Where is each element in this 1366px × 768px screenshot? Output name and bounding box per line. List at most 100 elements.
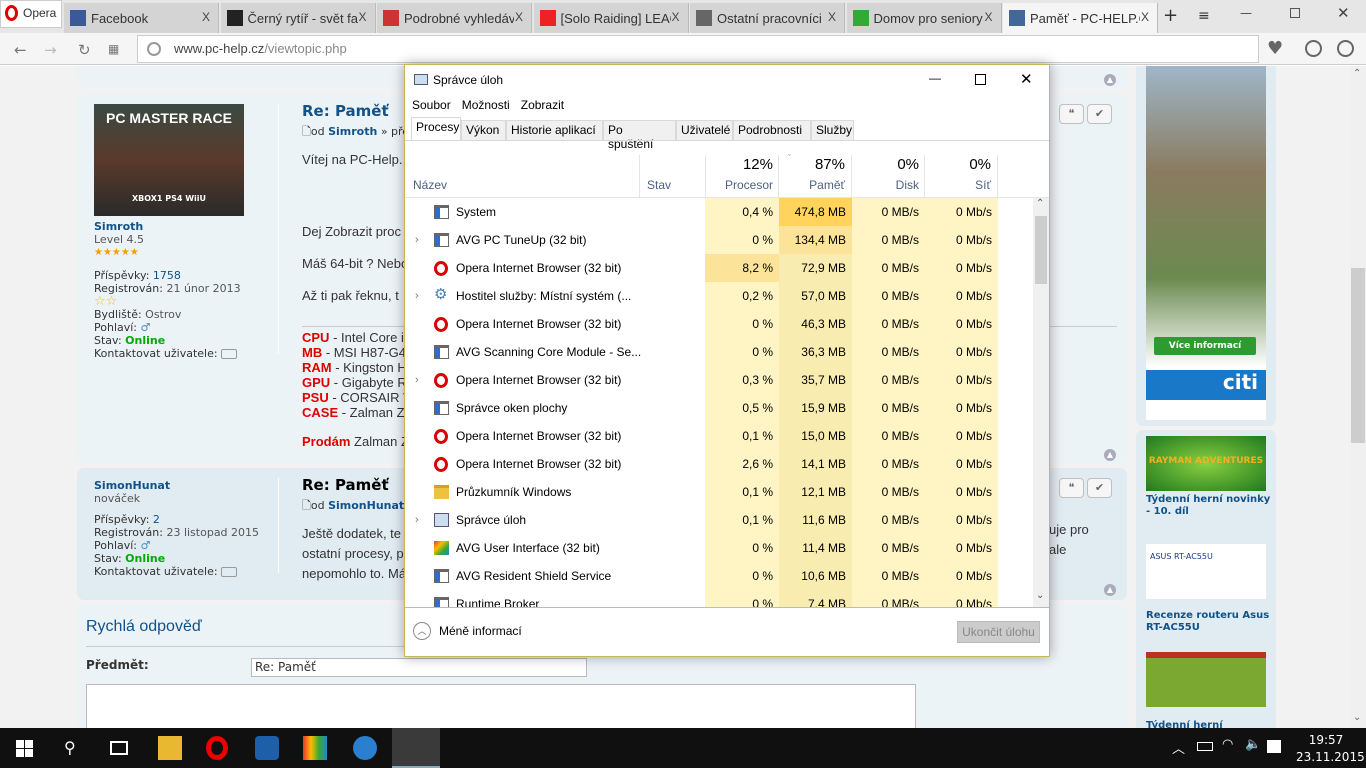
- end-task-button[interactable]: Ukončit úlohu: [957, 621, 1040, 643]
- article-image-rayman[interactable]: RAYMAN ADVENTURES: [1146, 436, 1266, 491]
- citi-ad-image[interactable]: Více informací citi: [1146, 66, 1266, 420]
- process-row[interactable]: System 0,4 % 474,8 MB 0 MB/s 0 Mb/s: [405, 198, 1033, 226]
- scroll-up-icon[interactable]: ⌃: [1036, 198, 1044, 209]
- expand-chevron-icon[interactable]: ›: [415, 366, 419, 394]
- back-to-top-icon[interactable]: ▲: [1104, 74, 1116, 86]
- battery-icon[interactable]: [1197, 742, 1213, 751]
- tab-close-icon[interactable]: X: [358, 10, 366, 24]
- close-icon[interactable]: ✕: [1020, 70, 1033, 88]
- browser-tab[interactable]: Černý rytíř - svět fantasyX: [220, 3, 376, 33]
- back-to-top-icon[interactable]: ▲: [1104, 449, 1116, 461]
- process-row[interactable]: AVG Resident Shield Service 0 % 10,6 MB 0 M…: [405, 562, 1033, 590]
- process-row[interactable]: Opera Internet Browser (32 bit) 2,6 % 14,1…: [405, 450, 1033, 478]
- avg-icon[interactable]: [303, 736, 327, 760]
- article-link[interactable]: Týdenní herní novinky - 10. díl: [1146, 494, 1271, 518]
- process-row[interactable]: Průzkumník Windows 0,1 % 12,1 MB 0 MB/s 0 Mb…: [405, 478, 1033, 506]
- app-icon-2[interactable]: [353, 736, 377, 760]
- article-link[interactable]: Týdenní herní: [1146, 720, 1271, 728]
- minimize-icon[interactable]: —: [1240, 6, 1252, 20]
- wifi-icon[interactable]: ◠: [1222, 737, 1233, 752]
- process-list-scrollbar[interactable]: ⌃ ⌄: [1033, 198, 1049, 607]
- process-row[interactable]: AVG User Interface (32 bit) 0 % 11,4 MB 0 M…: [405, 534, 1033, 562]
- account-icon[interactable]: [1337, 40, 1354, 57]
- page-scrollbar[interactable]: ⌃ ⌄: [1350, 66, 1366, 728]
- tab-close-icon[interactable]: X: [202, 10, 210, 24]
- process-row[interactable]: Opera Internet Browser (32 bit) 0,1 % 15,0…: [405, 422, 1033, 450]
- process-row[interactable]: › Správce úloh 0,1 % 11,6 MB 0 MB/s 0 Mb/s: [405, 506, 1033, 534]
- opera-icon[interactable]: [206, 736, 228, 760]
- tab-4[interactable]: Uživatelé: [676, 120, 733, 141]
- browser-tab[interactable]: Paměť - PC-HELP.CZX: [1003, 3, 1158, 33]
- process-row[interactable]: Správce oken plochy 0,5 % 15,9 MB 0 MB/s 0 M…: [405, 394, 1033, 422]
- tab-menu-icon[interactable]: ≡: [1198, 8, 1210, 24]
- security-info-icon[interactable]: [147, 42, 161, 56]
- article-image-football[interactable]: [1146, 652, 1266, 707]
- process-row[interactable]: Opera Internet Browser (32 bit) 0 % 46,3 M…: [405, 310, 1033, 338]
- tab-5[interactable]: Podrobnosti: [733, 120, 811, 141]
- quote-button[interactable]: ❝: [1059, 104, 1084, 124]
- author-name[interactable]: SimonHunat: [94, 479, 284, 492]
- expand-chevron-icon[interactable]: ›: [415, 226, 419, 254]
- tab-close-icon[interactable]: X: [984, 10, 992, 24]
- expand-chevron-icon[interactable]: ›: [415, 282, 419, 310]
- close-window-icon[interactable]: ✕: [1337, 4, 1350, 22]
- author-name[interactable]: Simroth: [94, 220, 284, 233]
- speed-dial-icon[interactable]: ▦: [108, 42, 119, 56]
- scroll-down-icon[interactable]: ⌄: [1353, 712, 1361, 723]
- scroll-up-icon[interactable]: ⌃: [1353, 68, 1361, 79]
- restore-icon[interactable]: [1290, 8, 1300, 18]
- browser-tab[interactable]: [Solo Raiding] LEAGUEX: [533, 3, 689, 33]
- message-bubble-icon[interactable]: [221, 349, 238, 359]
- fewer-details-button[interactable]: ︿ Méně informací: [413, 622, 522, 640]
- post-count[interactable]: 2: [153, 513, 160, 526]
- process-row[interactable]: › Opera Internet Browser (32 bit) 0,3 % 35,…: [405, 366, 1033, 394]
- tab-6[interactable]: Služby: [811, 120, 854, 141]
- tab-0[interactable]: Procesy: [411, 117, 461, 141]
- menu-zobrazit[interactable]: Zobrazit: [521, 98, 564, 112]
- tab-close-icon[interactable]: X: [1141, 10, 1149, 24]
- back-to-top-icon[interactable]: ▲: [1104, 584, 1116, 596]
- reload-icon[interactable]: ↻: [78, 41, 91, 59]
- column-header-cpu[interactable]: Procesor: [705, 178, 773, 192]
- download-icon[interactable]: [1305, 40, 1322, 57]
- forward-icon[interactable]: →: [44, 41, 57, 59]
- scroll-down-icon[interactable]: ⌄: [1036, 590, 1044, 601]
- quote-button[interactable]: ❝: [1059, 478, 1084, 498]
- process-row[interactable]: Runtime Broker 0 % 7,4 MB 0 MB/s 0 Mb/s: [405, 590, 1033, 607]
- scrollbar-thumb[interactable]: [1035, 216, 1047, 284]
- browser-tab[interactable]: Domov pro seniory X: [846, 3, 1002, 33]
- windows-start-icon[interactable]: [16, 740, 33, 757]
- column-header-memory[interactable]: Paměť: [777, 178, 845, 192]
- column-header-name[interactable]: Název: [413, 178, 447, 192]
- column-header-network[interactable]: Síť: [923, 178, 991, 192]
- file-explorer-icon[interactable]: [158, 736, 182, 760]
- menu-soubor[interactable]: Soubor: [412, 98, 451, 112]
- browser-tab[interactable]: Podrobné vyhledáváníX: [377, 3, 532, 33]
- tab-close-icon[interactable]: X: [828, 10, 836, 24]
- bookmark-heart-icon[interactable]: ♥: [1267, 38, 1283, 59]
- back-icon[interactable]: ←: [14, 41, 27, 59]
- menu-moznosti[interactable]: Možnosti: [462, 98, 510, 112]
- browser-tab[interactable]: Facebook X: [64, 3, 219, 33]
- expand-chevron-icon[interactable]: ›: [415, 506, 419, 534]
- process-row[interactable]: AVG Scanning Core Module - Se... 0 % 36,3 …: [405, 338, 1033, 366]
- maximize-icon[interactable]: [975, 74, 986, 85]
- clock-date[interactable]: 23.11.2015: [1296, 750, 1365, 764]
- post-author-link[interactable]: SimonHunat: [328, 499, 404, 512]
- task-view-icon[interactable]: [110, 741, 128, 755]
- search-icon[interactable]: ⚲: [64, 738, 76, 757]
- column-header-status[interactable]: Stav: [647, 178, 671, 192]
- scrollbar-thumb[interactable]: [1351, 268, 1365, 443]
- tab-close-icon[interactable]: X: [671, 10, 679, 24]
- article-link[interactable]: Recenze routeru Asus RT-AC55U: [1146, 610, 1271, 634]
- post-author-link[interactable]: Simroth: [328, 125, 377, 138]
- minimize-icon[interactable]: —: [929, 71, 941, 85]
- message-textarea[interactable]: [86, 684, 916, 728]
- process-row[interactable]: › ⚙ Hostitel služby: Místní systém (... 0,2…: [405, 282, 1033, 310]
- url-input[interactable]: www.pc-help.cz/viewtopic.php: [137, 35, 1259, 63]
- message-bubble-icon[interactable]: [221, 567, 238, 577]
- column-header-disk[interactable]: Disk: [851, 178, 919, 192]
- browser-tab[interactable]: Ostatní pracovníci X: [690, 3, 845, 33]
- subject-input[interactable]: Re: Paměť: [251, 658, 587, 677]
- post-title[interactable]: Re: Paměť: [302, 102, 409, 120]
